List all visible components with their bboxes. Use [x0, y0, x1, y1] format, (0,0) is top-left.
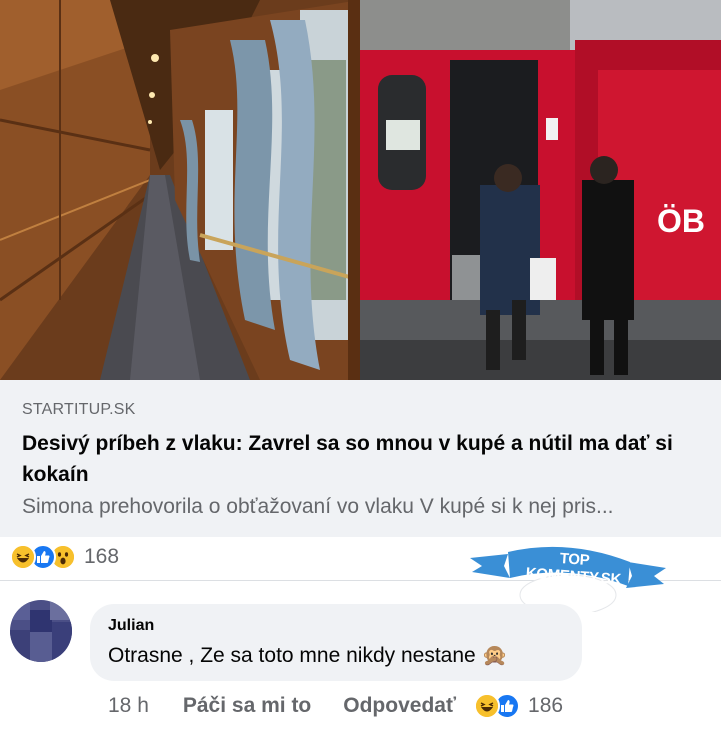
reply-button[interactable]: Odpovedať: [343, 694, 456, 718]
link-preview-image[interactable]: ÖB: [0, 0, 721, 380]
link-headline[interactable]: Desivý príbeh z vlaku: Zavrel sa so mnou…: [22, 428, 699, 490]
comment-reactions[interactable]: 186: [474, 693, 563, 719]
comment-author[interactable]: Julian: [108, 616, 564, 636]
comment-text: Otrasne , Ze sa toto mne nikdy nestane 🙊: [108, 644, 508, 667]
comment-time[interactable]: 18 h: [108, 694, 149, 718]
link-description: Simona prehovorila o obťažovaní vo vlaku…: [22, 495, 614, 518]
train-boarding-photo: ÖB: [360, 0, 721, 380]
comment-bubble: Julian Otrasne , Ze sa toto mne nikdy ne…: [90, 604, 582, 681]
link-preview-card[interactable]: STARTITUP.SK Desivý príbeh z vlaku: Zavr…: [0, 380, 721, 537]
comment-reaction-count: 186: [528, 694, 564, 717]
post-reactions[interactable]: 168: [10, 542, 119, 572]
haha-icon: [10, 544, 36, 570]
avatar[interactable]: [10, 600, 72, 662]
train-logo: ÖB: [657, 203, 705, 239]
like-button[interactable]: Páči sa mi to: [183, 694, 311, 718]
train-corridor-photo: [0, 0, 361, 380]
haha-icon: [474, 693, 501, 719]
reaction-count: 168: [84, 545, 120, 568]
link-domain: STARTITUP.SK: [22, 401, 136, 418]
comment-actions: 18 h Páči sa mi to Odpovedať 186: [108, 692, 563, 720]
